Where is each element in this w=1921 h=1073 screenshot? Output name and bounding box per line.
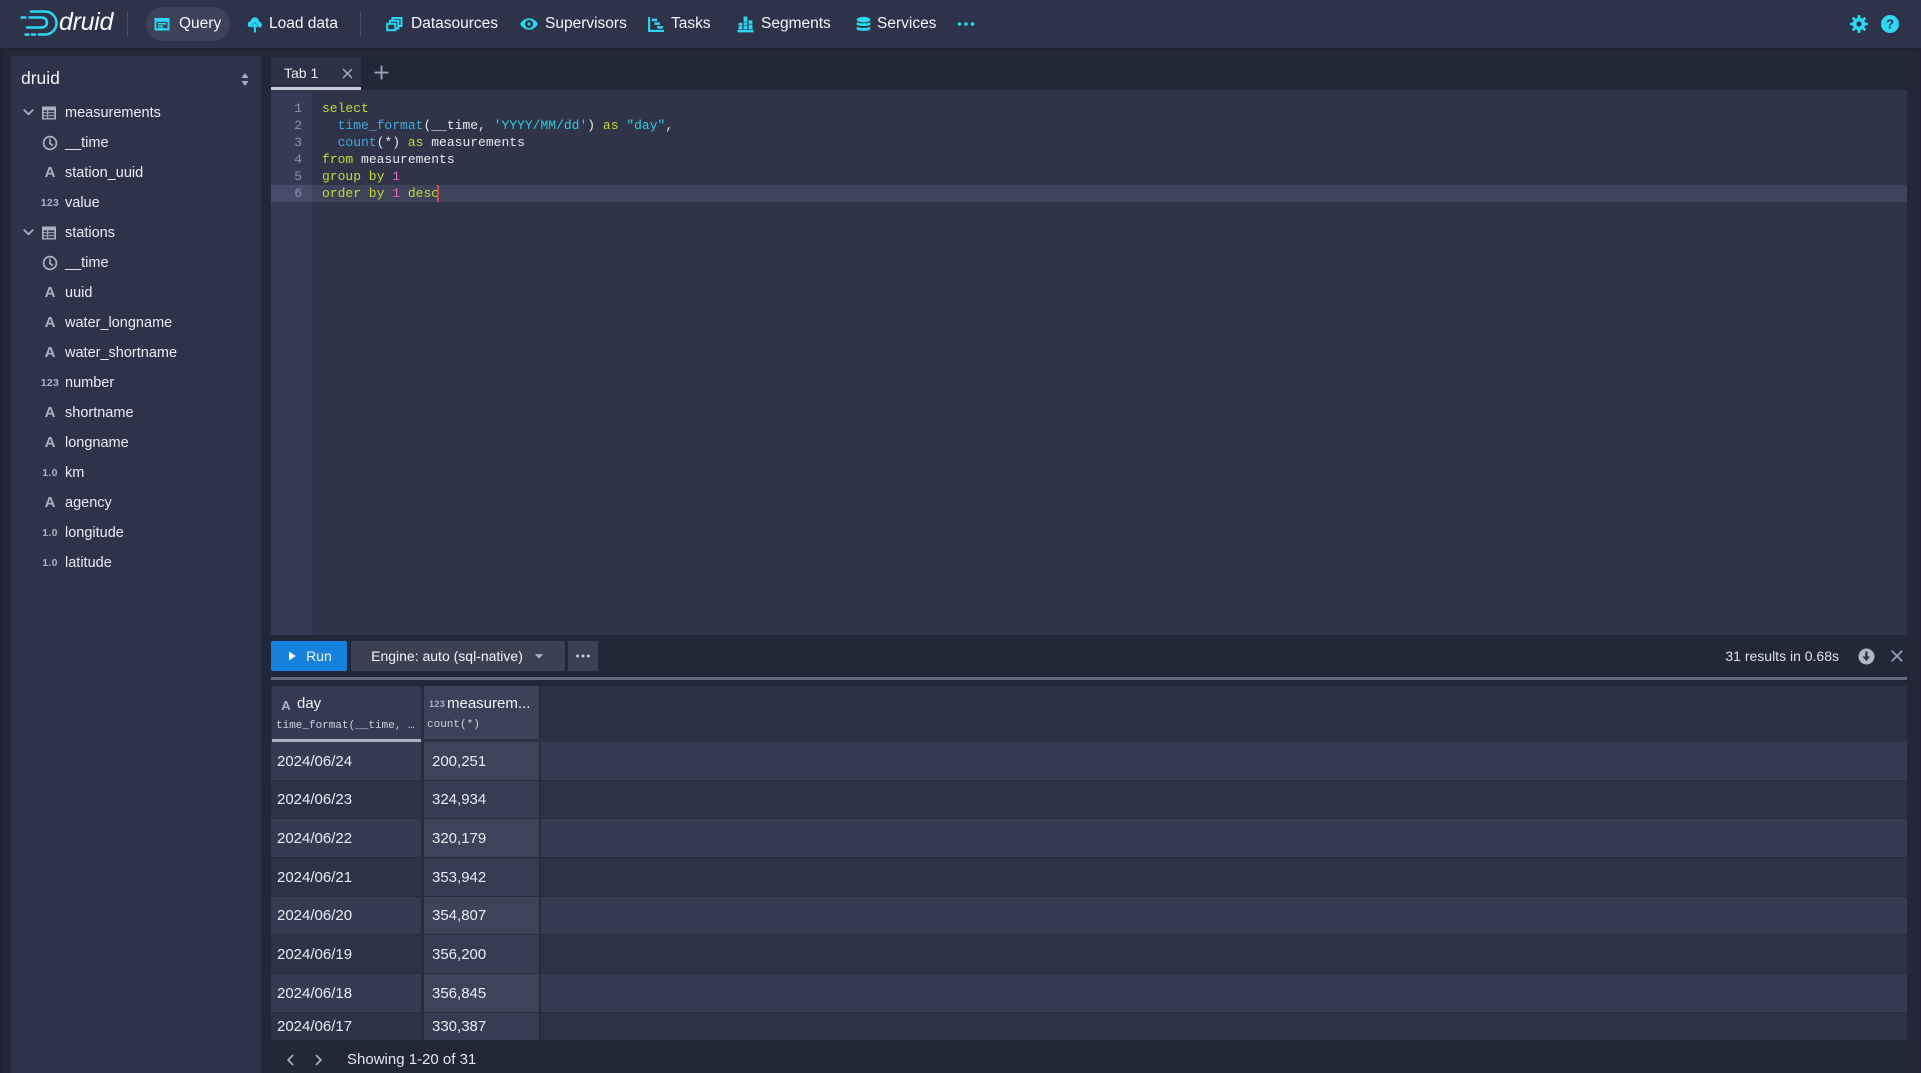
svg-text:?: ? [1886,17,1894,32]
